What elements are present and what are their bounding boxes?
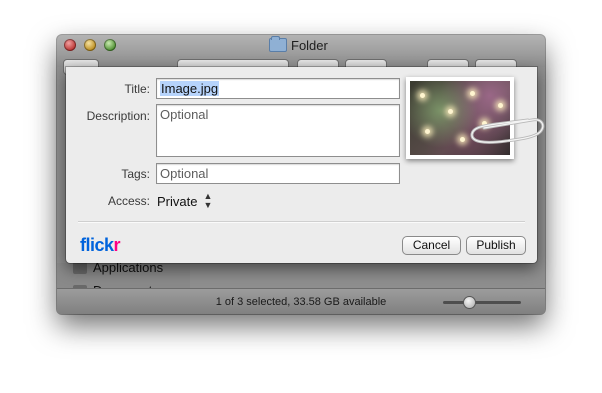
folder-icon	[269, 36, 287, 52]
icon-size-slider[interactable]	[443, 301, 521, 304]
title-field[interactable]: Image.jpg	[156, 78, 400, 99]
flickr-logo: flickr	[80, 235, 121, 256]
title-bar: Folder	[57, 35, 545, 75]
description-field[interactable]: Optional	[156, 104, 400, 157]
flickr-publish-sheet: Title: Image.jpg Description: Optional T…	[66, 67, 545, 263]
close-window-icon[interactable]	[64, 39, 76, 51]
title-value: Image.jpg	[160, 81, 220, 96]
access-value: Private	[157, 193, 198, 209]
tags-label: Tags:	[121, 167, 150, 181]
access-select[interactable]: Private ▲ ▼	[157, 192, 212, 210]
title-label: Title:	[124, 82, 150, 96]
cancel-button[interactable]: Cancel	[402, 236, 461, 255]
access-label: Access:	[107, 194, 150, 208]
zoom-window-icon[interactable]	[104, 39, 116, 51]
divider	[78, 221, 525, 223]
applications-icon	[73, 261, 87, 274]
flickr-logo-part: r	[113, 235, 121, 255]
description-label: Description:	[86, 109, 150, 123]
publish-button[interactable]: Publish	[466, 236, 526, 255]
flickr-logo-part: flick	[80, 235, 114, 255]
minimize-window-icon[interactable]	[84, 39, 96, 51]
window-title-text: Folder	[291, 37, 328, 53]
tags-field[interactable]: Optional	[156, 163, 400, 184]
icon-size-slider-knob[interactable]	[463, 296, 477, 309]
updown-arrows-icon: ▲ ▼	[203, 191, 213, 210]
status-bar: 1 of 3 selected, 33.58 GB available	[57, 288, 545, 314]
window-title: Folder	[269, 36, 328, 53]
paperclip-icon	[470, 118, 545, 144]
